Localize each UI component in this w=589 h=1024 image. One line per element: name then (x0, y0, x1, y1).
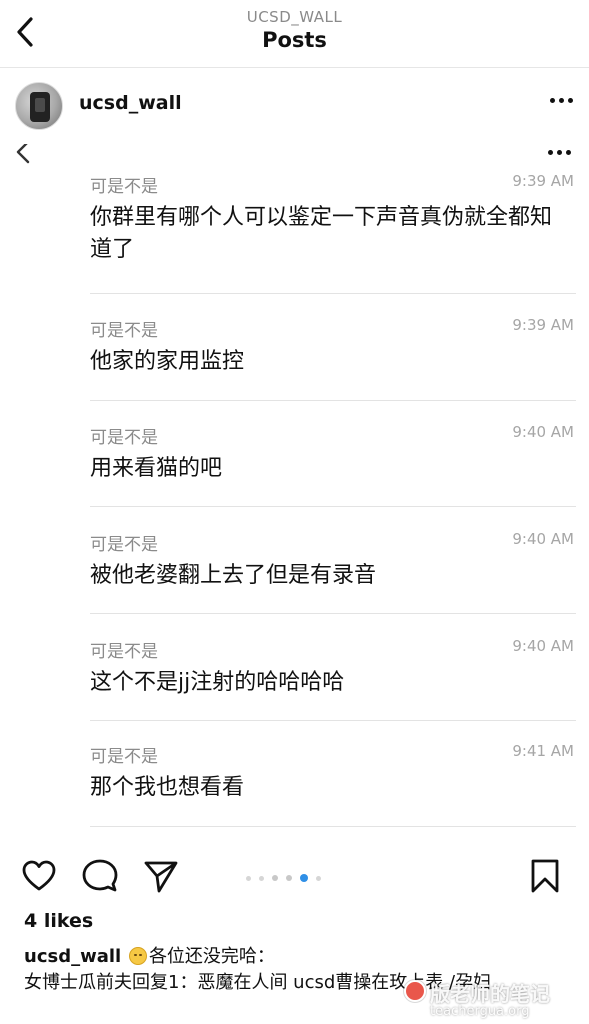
message-text: 这个不是jj注射的哈哈哈哈 (90, 670, 345, 695)
post-username[interactable]: ucsd_wall (79, 92, 182, 114)
divider (90, 720, 576, 721)
watermark-text: 版老师的笔记 (430, 982, 550, 1006)
chevron-left-icon (16, 144, 30, 164)
comment-icon[interactable] (82, 858, 118, 894)
message-text: 你群里有哪个人可以鉴定一下声音真伪就全都知道了 (90, 205, 553, 262)
message-time: 9:39 AM (512, 172, 574, 190)
carousel-dot (259, 875, 264, 881)
avatar[interactable] (15, 82, 63, 130)
carousel-dot (246, 875, 251, 881)
send-icon[interactable] (143, 858, 179, 894)
chat-message: 可是不是 9:40 AM 这个不是jj注射的哈哈哈哈 (90, 637, 576, 737)
message-time: 9:40 AM (512, 637, 574, 655)
sad-face-emoji-icon (128, 947, 147, 965)
divider (90, 293, 576, 294)
message-time: 9:40 AM (512, 530, 574, 548)
divider (90, 613, 576, 614)
message-text: 被他老婆翻上去了但是有录音 (90, 563, 377, 588)
likes-count[interactable]: 4 likes (24, 910, 93, 932)
more-options-button[interactable] (550, 98, 573, 103)
post-image[interactable]: 可是不是 9:39 AM 你群里有哪个人可以鉴定一下声音真伪就全都知道了 可是不… (0, 144, 589, 846)
message-sender: 可是不是 (90, 177, 158, 197)
message-time: 9:41 AM (512, 742, 574, 760)
chat-message: 可是不是 9:41 AM 那个我也想看看 (90, 742, 576, 842)
message-sender: 可是不是 (90, 321, 158, 341)
top-nav-bar: UCSD_WALL Posts (0, 0, 589, 68)
post-actions (0, 846, 589, 906)
message-sender: 可是不是 (90, 428, 158, 448)
account-name: UCSD_WALL (246, 8, 343, 26)
carousel-dot (272, 875, 278, 881)
caption-username[interactable]: ucsd_wall (24, 946, 121, 967)
carousel-dot (316, 875, 321, 881)
message-text: 那个我也想看看 (90, 775, 245, 800)
divider (90, 506, 576, 507)
message-sender: 可是不是 (90, 535, 158, 555)
chat-message: 可是不是 9:39 AM 他家的家用监控 (90, 316, 576, 416)
message-text: 用来看猫的吧 (90, 456, 223, 481)
chat-message: 可是不是 9:40 AM 被他老婆翻上去了但是有录音 (90, 530, 576, 630)
chat-message: 可是不是 9:40 AM 用来看猫的吧 (90, 423, 576, 523)
divider (90, 400, 576, 401)
carousel-indicator (246, 874, 321, 882)
message-sender: 可是不是 (90, 747, 158, 767)
message-text: 他家的家用监控 (90, 349, 245, 374)
watermark-url: teachergua.org (430, 1004, 530, 1019)
divider (90, 826, 576, 827)
heart-icon[interactable] (21, 858, 57, 894)
caption-line1: 各位还没完哈： (148, 946, 275, 967)
more-horizontal-icon (548, 150, 571, 155)
carousel-dot-active (300, 874, 308, 882)
post-header: ucsd_wall (0, 68, 589, 144)
page-title: Posts (262, 28, 327, 52)
watermark: 版老师的笔记 teachergua.org (404, 976, 584, 1024)
message-time: 9:39 AM (512, 316, 574, 334)
bookmark-icon[interactable] (527, 858, 563, 894)
message-sender: 可是不是 (90, 642, 158, 662)
chat-message: 可是不是 9:39 AM 你群里有哪个人可以鉴定一下声音真伪就全都知道了 (90, 172, 576, 322)
more-horizontal-icon (550, 98, 555, 103)
watermelon-logo-icon (404, 980, 426, 1002)
carousel-dot (286, 875, 292, 881)
message-time: 9:40 AM (512, 423, 574, 441)
